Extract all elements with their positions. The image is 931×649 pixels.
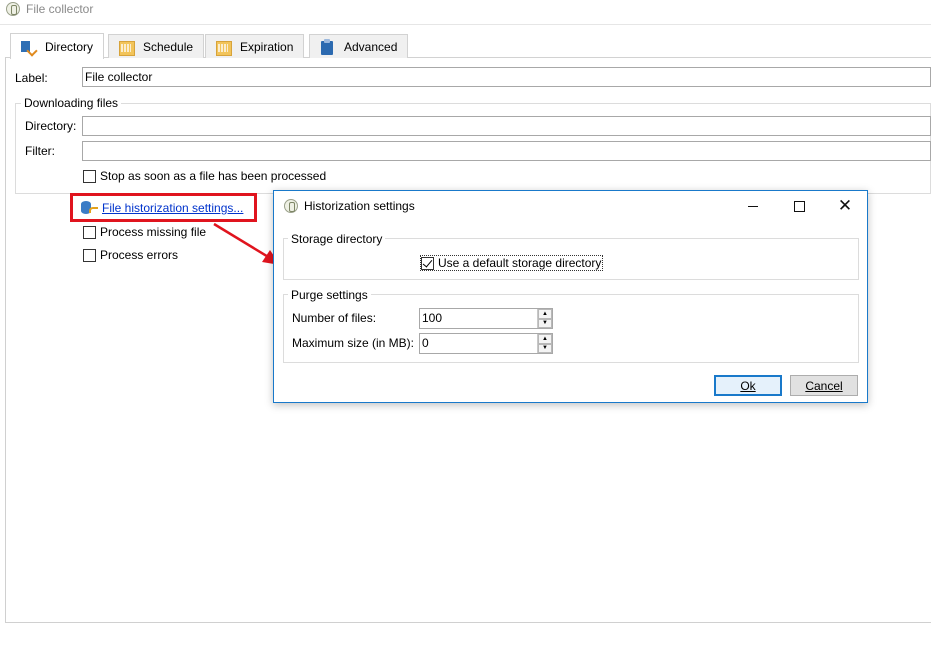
stop-after-file-checkbox[interactable] <box>83 169 96 183</box>
purge-settings-group <box>283 294 859 363</box>
tab-label: Expiration <box>240 39 294 54</box>
tab-label: Advanced <box>344 39 398 54</box>
tab-label: Schedule <box>143 39 194 54</box>
calendar-icon <box>215 39 232 56</box>
filter-input[interactable] <box>82 141 931 161</box>
downloading-files-title: Downloading files <box>21 96 122 110</box>
app-logo-icon <box>6 2 20 16</box>
maximum-size-caption: Maximum size (in MB): <box>292 336 415 350</box>
window-title: File collector <box>26 2 94 16</box>
maximum-size-value[interactable]: 0 <box>420 334 537 353</box>
tab-label: Directory <box>45 39 94 54</box>
spin-down-icon[interactable]: ▼ <box>538 318 552 328</box>
number-of-files-arrows: ▲ ▼ <box>537 309 552 328</box>
tab-advanced[interactable]: Advanced <box>309 34 409 58</box>
spin-up-icon[interactable]: ▲ <box>538 309 552 319</box>
cancel-button[interactable]: Cancel <box>790 375 858 396</box>
directory-caption: Directory: <box>25 119 77 133</box>
dialog-title: Historization settings <box>304 199 415 213</box>
storage-directory-title: Storage directory <box>288 232 386 246</box>
historization-link-row[interactable]: File historization settings... <box>80 200 243 216</box>
default-storage-checkbox[interactable] <box>421 256 434 270</box>
process-errors-row[interactable]: Process errors <box>83 248 178 262</box>
spin-up-icon[interactable]: ▲ <box>538 334 552 344</box>
default-storage-label: Use a default storage directory <box>438 256 602 270</box>
tab-expiration[interactable]: Expiration <box>205 34 305 58</box>
app-logo-icon <box>284 199 298 213</box>
process-missing-checkbox[interactable] <box>83 225 96 239</box>
process-errors-label: Process errors <box>100 248 179 262</box>
tab-directory[interactable]: Directory <box>10 33 105 59</box>
maximum-size-arrows: ▲ ▼ <box>537 334 552 353</box>
filter-caption: Filter: <box>25 144 55 158</box>
file-historization-settings-link[interactable]: File historization settings... <box>102 201 243 215</box>
directory-input[interactable] <box>82 116 931 136</box>
minimize-button[interactable] <box>730 191 776 221</box>
default-storage-row[interactable]: Use a default storage directory <box>420 255 604 271</box>
spin-down-icon[interactable]: ▼ <box>538 343 552 353</box>
number-of-files-value[interactable]: 100 <box>420 309 537 328</box>
cancel-button-label: Cancel <box>805 378 843 393</box>
process-missing-row[interactable]: Process missing file <box>83 225 206 239</box>
tab-schedule[interactable]: Schedule <box>108 34 205 58</box>
window-title-bar: File collector <box>6 1 93 17</box>
historization-settings-dialog: Historization settings ✕ Storage directo… <box>273 190 868 403</box>
clipboard-icon <box>319 38 335 55</box>
calendar-icon <box>118 39 135 56</box>
maximize-button[interactable] <box>776 191 822 221</box>
ok-button[interactable]: Ok <box>714 375 782 396</box>
dialog-title-bar: Historization settings <box>284 199 415 213</box>
process-missing-label: Process missing file <box>100 225 207 239</box>
stop-after-file-checkbox-row[interactable]: Stop as soon as a file has been processe… <box>83 169 326 183</box>
directory-icon <box>20 39 36 55</box>
label-input[interactable]: File collector <box>82 67 931 87</box>
title-separator <box>0 24 931 25</box>
label-caption: Label: <box>15 71 48 85</box>
purge-settings-title: Purge settings <box>288 288 371 302</box>
database-history-icon <box>80 200 98 216</box>
maximum-size-stepper[interactable]: 0 ▲ ▼ <box>419 333 553 354</box>
number-of-files-stepper[interactable]: 100 ▲ ▼ <box>419 308 553 329</box>
stop-after-file-label: Stop as soon as a file has been processe… <box>100 169 327 183</box>
ok-button-label: Ok <box>740 378 756 393</box>
process-errors-checkbox[interactable] <box>83 248 96 262</box>
number-of-files-caption: Number of files: <box>292 311 377 325</box>
close-button[interactable]: ✕ <box>822 191 868 221</box>
